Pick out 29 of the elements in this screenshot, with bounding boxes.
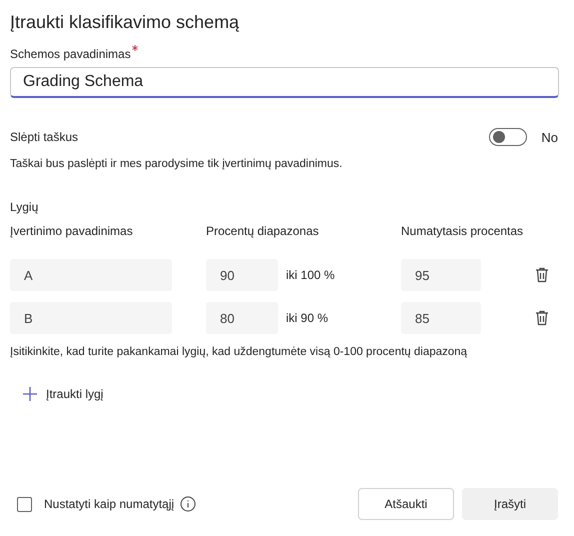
- toggle-state: No: [541, 130, 558, 144]
- dialog-title: Įtraukti klasifikavimo schemą: [10, 12, 240, 33]
- plus-icon: [22, 386, 38, 402]
- checkbox[interactable]: [17, 496, 32, 512]
- toggle-switch[interactable]: [489, 128, 528, 146]
- description-text: Taškai bus paslėpti ir mes parodysime tik įvertinimų pavadinimus.: [10, 158, 344, 170]
- save-button[interactable]: Įrašyti: [462, 488, 558, 520]
- input-field[interactable]: Grading Schema: [10, 67, 559, 98]
- input-field[interactable]: 85: [401, 302, 481, 334]
- input-field[interactable]: A: [10, 259, 172, 291]
- checkbox-label: Nustatyti kaip numatytąjį: [44, 497, 174, 511]
- field-label: Schemos pavadinimas: [10, 47, 131, 61]
- input-field[interactable]: 90: [206, 259, 278, 291]
- column-header: Procentų diapazonas: [206, 224, 320, 238]
- note-text: Įsitikinkite, kad turite pakankamai lygių, kad uždengtumėte visą 0-100 procentų diapazoną: [10, 346, 468, 358]
- section-heading: Lygių: [10, 200, 40, 214]
- range-text: iki 100 %: [286, 268, 335, 282]
- info-icon[interactable]: [180, 496, 196, 512]
- cancel-button[interactable]: Atšaukti: [358, 488, 454, 520]
- input-field[interactable]: 95: [401, 259, 481, 291]
- delete-icon[interactable]: [533, 309, 551, 327]
- input-field[interactable]: B: [10, 302, 172, 334]
- toggle-label: Slėpti taškus: [10, 130, 78, 144]
- range-text: iki 90 %: [286, 311, 328, 325]
- input-field[interactable]: 80: [206, 302, 278, 334]
- column-header: Įvertinimo pavadinimas: [10, 224, 134, 238]
- add-level-button[interactable]: Įtraukti lygį: [22, 386, 104, 402]
- column-header: Numatytasis procentas: [401, 224, 524, 238]
- delete-icon[interactable]: [533, 266, 551, 284]
